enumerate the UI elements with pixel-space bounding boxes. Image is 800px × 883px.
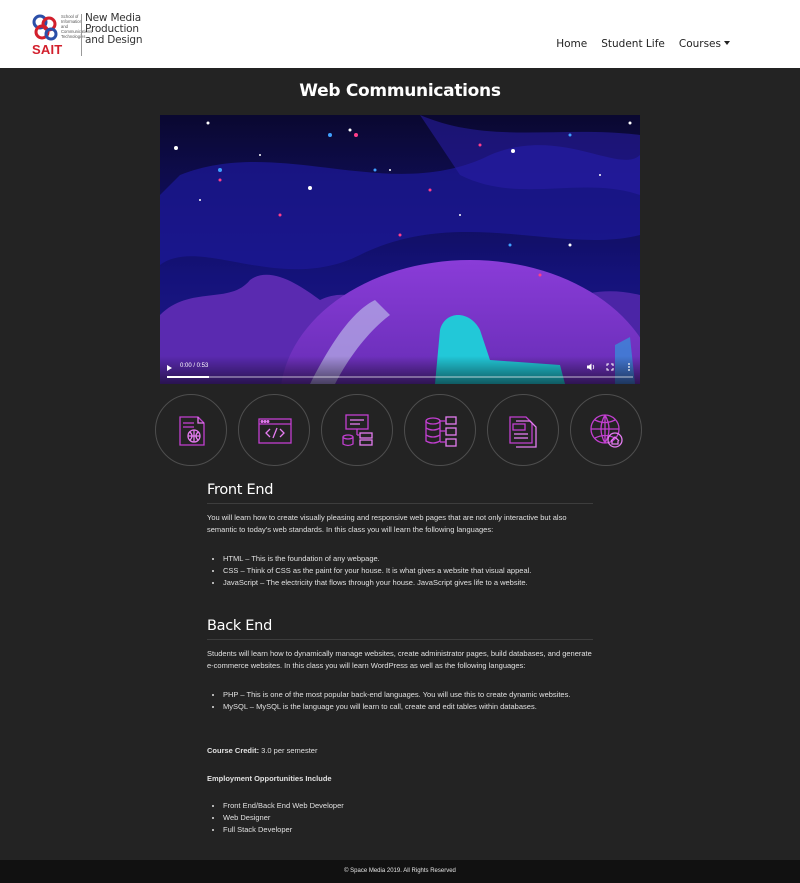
main-nav: Home Student Life Courses xyxy=(556,38,730,50)
employment-list: Front End/Back End Web Developer Web Des… xyxy=(207,800,593,836)
database-stack-icon xyxy=(404,394,476,466)
employment-heading: Employment Opportunities Include xyxy=(207,774,332,783)
back-end-section: Back End Students will learn how to dyna… xyxy=(207,618,593,713)
site-header: SAIT School of Information and Communica… xyxy=(0,0,800,68)
back-end-heading: Back End xyxy=(207,618,593,640)
course-credit-value: 3.0 per semester xyxy=(259,746,318,755)
globe-home-icon xyxy=(570,394,642,466)
course-topic-icons xyxy=(155,394,645,466)
nav-courses-label: Courses xyxy=(678,38,721,50)
footer-copyright: © Space Media 2019. All Rights Reserved xyxy=(344,868,456,874)
list-item: Full Stack Developer xyxy=(223,824,593,836)
list-item: Web Designer xyxy=(223,812,593,824)
list-item: CSS – Think of CSS as the paint for your… xyxy=(223,565,593,577)
front-end-list: HTML – This is the foundation of any web… xyxy=(207,553,593,589)
sait-logo[interactable]: SAIT School of Information and Communica… xyxy=(30,12,143,58)
chevron-down-icon xyxy=(724,41,730,45)
list-item: JavaScript – The electricity that flows … xyxy=(223,577,593,589)
back-end-list: PHP – This is one of the most popular ba… xyxy=(207,689,593,713)
list-item: HTML – This is the foundation of any web… xyxy=(223,553,593,565)
web-document-icon xyxy=(155,394,227,466)
server-database-icon xyxy=(321,394,393,466)
video-progress-fill xyxy=(167,376,209,378)
course-content: Front End You will learn how to create v… xyxy=(207,482,593,836)
video-frame-image xyxy=(160,115,640,384)
page-title: Web Communications xyxy=(299,81,501,101)
nav-courses[interactable]: Courses xyxy=(679,38,730,50)
logo-brand: SAIT xyxy=(32,42,63,57)
volume-icon[interactable] xyxy=(586,362,596,372)
front-end-section: Front End You will learn how to create v… xyxy=(207,482,593,589)
video-controls: 0:00 / 0:53 xyxy=(160,356,640,384)
video-progress-bar[interactable] xyxy=(167,376,633,378)
more-options-icon[interactable] xyxy=(626,362,632,372)
back-end-intro: Students will learn how to dynamically m… xyxy=(207,649,592,670)
course-credit: Course Credit: 3.0 per semester xyxy=(207,746,593,755)
nav-home[interactable]: Home xyxy=(556,38,587,50)
course-credit-label: Course Credit: xyxy=(207,746,260,755)
front-end-heading: Front End xyxy=(207,482,593,504)
logo-program: New Media Production and Design xyxy=(85,13,145,46)
list-item: PHP – This is one of the most popular ba… xyxy=(223,689,593,701)
sait-logo-icon xyxy=(32,14,58,41)
video-time: 0:00 / 0:53 xyxy=(180,363,209,369)
php-file-icon xyxy=(487,394,559,466)
code-window-icon xyxy=(238,394,310,466)
course-video[interactable]: 0:00 / 0:53 xyxy=(160,115,640,384)
site-footer: © Space Media 2019. All Rights Reserved xyxy=(0,860,800,883)
logo-divider xyxy=(81,14,82,56)
play-icon[interactable] xyxy=(167,365,172,371)
nav-student-life[interactable]: Student Life xyxy=(601,38,665,50)
fullscreen-icon[interactable] xyxy=(605,362,615,372)
list-item: MySQL – MySQL is the language you will l… xyxy=(223,701,593,713)
logo-program-line3: and Design xyxy=(85,34,143,46)
list-item: Front End/Back End Web Developer xyxy=(223,800,593,812)
front-end-intro: You will learn how to create visually pl… xyxy=(207,513,567,534)
